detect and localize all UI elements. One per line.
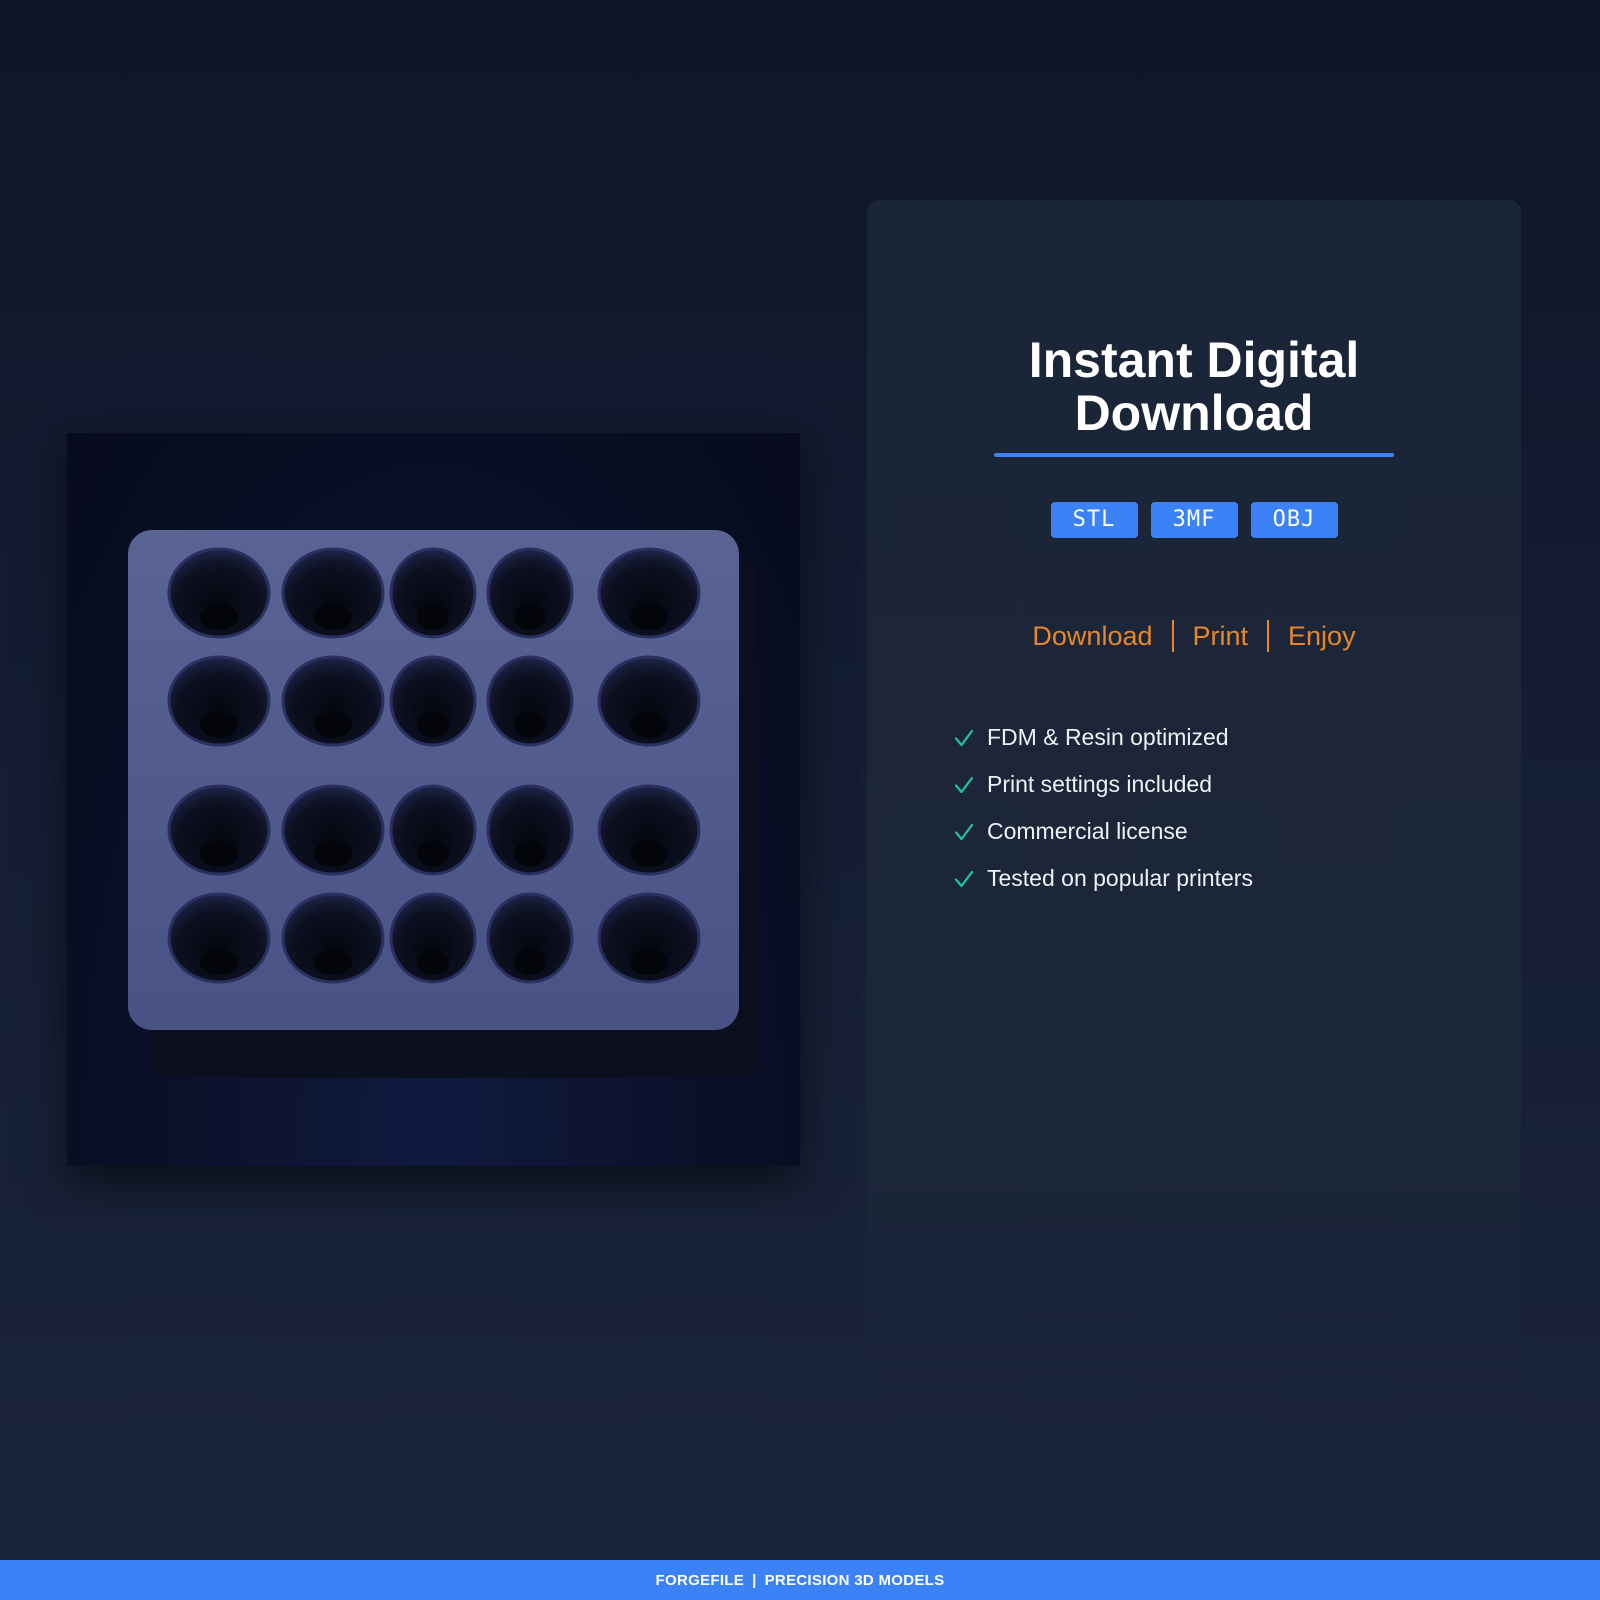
tray-hole-inner — [514, 604, 546, 630]
format-badge-3mf: 3MF — [1150, 502, 1238, 538]
workflow-step-enjoy: Enjoy — [1288, 620, 1356, 651]
feature-label: Tested on popular printers — [987, 865, 1253, 891]
tray-hole-inner — [514, 712, 546, 738]
title-underline — [994, 453, 1394, 457]
workflow-divider — [1267, 620, 1270, 652]
tray-hole-inner — [314, 949, 352, 975]
check-icon — [954, 776, 974, 793]
tray-hole-inner — [417, 949, 449, 975]
footer-separator: | — [752, 1571, 757, 1589]
tray-hole-inner — [514, 841, 546, 867]
check-icon — [954, 729, 974, 746]
tray-hole-inner — [314, 712, 352, 738]
hole-tray-model-render — [128, 530, 757, 1078]
footer-tagline: PRECISION 3D MODELS — [764, 1571, 945, 1589]
tray-hole-inner — [314, 604, 352, 630]
card-title-line2: Download — [1074, 385, 1314, 441]
tray-hole-inner — [630, 949, 668, 975]
tray-hole-inner — [630, 604, 668, 630]
tray-hole-inner — [417, 841, 449, 867]
card-title: Instant Digital Download — [867, 334, 1521, 440]
feature-label: FDM & Resin optimized — [987, 724, 1229, 750]
feature-item: Print settings included — [953, 761, 1253, 808]
feature-list: FDM & Resin optimized Print settings inc… — [953, 714, 1253, 902]
format-badge-stl: STL — [1050, 502, 1138, 538]
format-badges: STL 3MF OBJ — [867, 502, 1521, 538]
tray-hole-inner — [630, 841, 668, 867]
tray-hole-inner — [514, 949, 546, 975]
info-card: Instant Digital Download STL 3MF OBJ Dow… — [867, 200, 1521, 1395]
tray-hole-inner — [314, 841, 352, 867]
feature-item: FDM & Resin optimized — [953, 714, 1253, 761]
workflow-step-download: Download — [1032, 620, 1153, 651]
workflow-steps: Download Print Enjoy — [867, 620, 1521, 652]
tray-hole-inner — [200, 604, 238, 630]
feature-label: Commercial license — [987, 818, 1188, 844]
card-title-line1: Instant Digital — [1028, 332, 1360, 388]
feature-label: Print settings included — [987, 771, 1213, 797]
tray-hole-inner — [200, 949, 238, 975]
format-badge-obj: OBJ — [1250, 502, 1338, 538]
product-image — [67, 433, 800, 1166]
workflow-step-print: Print — [1192, 620, 1249, 651]
tray-hole-inner — [630, 712, 668, 738]
footer-brand: FORGEFILE — [655, 1571, 745, 1589]
feature-item: Tested on popular printers — [953, 855, 1253, 902]
check-icon — [954, 870, 974, 887]
tray-hole-inner — [200, 841, 238, 867]
check-icon — [954, 823, 974, 840]
tray-hole-inner — [200, 712, 238, 738]
feature-item: Commercial license — [953, 808, 1253, 855]
footer-bar: FORGEFILE | PRECISION 3D MODELS — [0, 1560, 1600, 1600]
workflow-divider — [1171, 620, 1174, 652]
tray-hole-inner — [417, 712, 449, 738]
tray-hole-inner — [417, 604, 449, 630]
